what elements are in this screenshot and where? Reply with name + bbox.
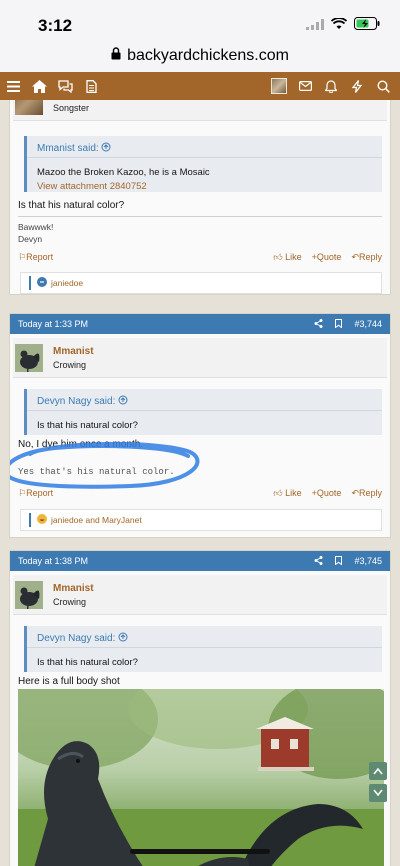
attachment-link[interactable]: View attachment 2840752 [37,180,372,194]
thread-content: Songster Mmanist said: Mazoo the Broken … [0,100,400,866]
chicken-photo[interactable] [18,689,384,866]
signal-icon [306,17,324,35]
quote-block: Mmanist said: Mazoo the Broken Kazoo, he… [24,136,382,192]
reaction-users[interactable]: janiedoe [51,278,83,288]
reply-button[interactable]: ↶Reply [351,488,382,499]
post-actions: ⚐Report 👍︎ Like +Quote ↶Reply [18,488,382,502]
post-3745: Today at 1:38 PM #3,745 Mmanist Crowing … [9,550,391,866]
chevron-down-icon [373,789,383,797]
quote-text: Is that his natural color? [37,657,138,668]
address-bar[interactable]: backyardchickens.com [0,40,400,72]
bookmark-icon[interactable] [335,555,343,567]
user-title: Songster [53,103,90,113]
battery-icon [354,17,380,35]
post-time[interactable]: Today at 1:38 PM [18,556,88,566]
post-devyn: Songster Mmanist said: Mazoo the Broken … [9,100,391,295]
username[interactable]: Mmanist [53,346,94,357]
scroll-up-button[interactable] [369,762,387,780]
reaction-users[interactable]: janiedoe and MaryJanet [51,515,142,525]
quote-text: Mazoo the Broken Kazoo, he is a Mosaic [37,167,210,178]
user-title: Crowing [53,597,87,607]
share-icon[interactable] [314,555,323,567]
reactions-bar[interactable]: janiedoe [20,272,382,294]
avatar[interactable] [15,344,43,372]
like-button[interactable]: 👍︎ Like [273,252,301,263]
status-icons [306,17,380,35]
post-time[interactable]: Today at 1:33 PM [18,319,88,329]
post-message: No, I dye him once a month. [18,439,144,450]
like-reaction-icon [37,277,47,289]
reply-icon: ↶ [351,252,359,262]
quote-text: Is that his natural color? [37,420,138,431]
scroll-down-button[interactable] [369,784,387,802]
arrow-up-circle-icon[interactable] [101,142,111,154]
quote-author[interactable]: Mmanist said: [37,143,99,154]
avatar[interactable] [15,581,43,609]
quote-header[interactable]: Mmanist said: [27,136,382,158]
post-user-row: Songster [13,100,387,121]
report-button[interactable]: ⚐Report [18,252,53,263]
post-header: Today at 1:33 PM #3,744 [10,314,390,334]
quote-body: Mazoo the Broken Kazoo, he is a Mosaic V… [27,158,382,194]
status-time: 3:12 [38,16,73,35]
bookmark-icon[interactable] [335,318,343,330]
chevron-up-icon [373,767,383,775]
status-bar: 3:12 [0,0,400,40]
quote-body: Is that his natural color? [27,411,382,433]
thumbs-up-icon: 👍︎ [273,488,283,498]
post-3744: Today at 1:33 PM #3,744 Mmanist Crowing … [9,313,391,538]
signature: Yes that's his natural color. [18,467,175,477]
site-nav [0,72,400,100]
share-icon[interactable] [314,318,323,330]
wifi-icon [330,17,348,35]
signature-line: Devyn [18,234,43,244]
reactions-bar[interactable]: janiedoe and MaryJanet [20,509,382,531]
quote-block: Devyn Nagy said: Is that his natural col… [24,389,382,435]
home-indicator[interactable] [130,849,270,854]
bell-icon[interactable] [318,72,344,100]
chat-icon[interactable] [52,72,78,100]
mail-icon[interactable] [292,72,318,100]
user-title: Crowing [53,360,87,370]
post-actions: ⚐Report 👍︎ Like +Quote ↶Reply [18,252,382,266]
menu-icon[interactable] [0,72,26,100]
post-number[interactable]: #3,745 [354,556,382,566]
post-user-row: Mmanist Crowing [13,575,387,615]
signature: Bawwwk! Devyn [18,221,53,245]
url-text: backyardchickens.com [127,47,289,64]
quote-author[interactable]: Devyn Nagy said: [37,633,115,644]
post-message: Here is a full body shot [18,676,120,687]
reply-icon: ↶ [351,488,359,498]
home-icon[interactable] [26,72,52,100]
user-avatar[interactable] [271,78,287,94]
quote-header[interactable]: Devyn Nagy said: [27,626,382,648]
avatar[interactable] [15,100,43,115]
username[interactable]: Mmanist [53,583,94,594]
signature-divider [18,216,382,217]
report-button[interactable]: ⚐Report [18,488,53,499]
document-icon[interactable] [78,72,104,100]
quote-button[interactable]: +Quote [312,252,342,263]
lock-icon [111,47,121,65]
flag-icon: ⚐ [18,488,27,498]
signature-line: Bawwwk! [18,222,54,232]
quote-block: Devyn Nagy said: Is that his natural col… [24,626,382,672]
post-message: Is that his natural color? [18,200,125,211]
quote-button[interactable]: +Quote [312,488,342,499]
arrow-up-circle-icon[interactable] [118,632,128,644]
quote-body: Is that his natural color? [27,648,382,670]
post-number[interactable]: #3,744 [354,319,382,329]
post-user-row: Mmanist Crowing [13,338,387,378]
lightning-icon[interactable] [344,72,370,100]
arrow-up-circle-icon[interactable] [118,395,128,407]
thumbs-up-icon: 👍︎ [273,252,283,262]
reply-button[interactable]: ↶Reply [351,252,382,263]
laugh-reaction-icon [37,514,47,526]
search-icon[interactable] [370,72,396,100]
like-button[interactable]: 👍︎ Like [273,488,301,499]
post-header: Today at 1:38 PM #3,745 [10,551,390,571]
quote-header[interactable]: Devyn Nagy said: [27,389,382,411]
quote-author[interactable]: Devyn Nagy said: [37,396,115,407]
flag-icon: ⚐ [18,252,27,262]
